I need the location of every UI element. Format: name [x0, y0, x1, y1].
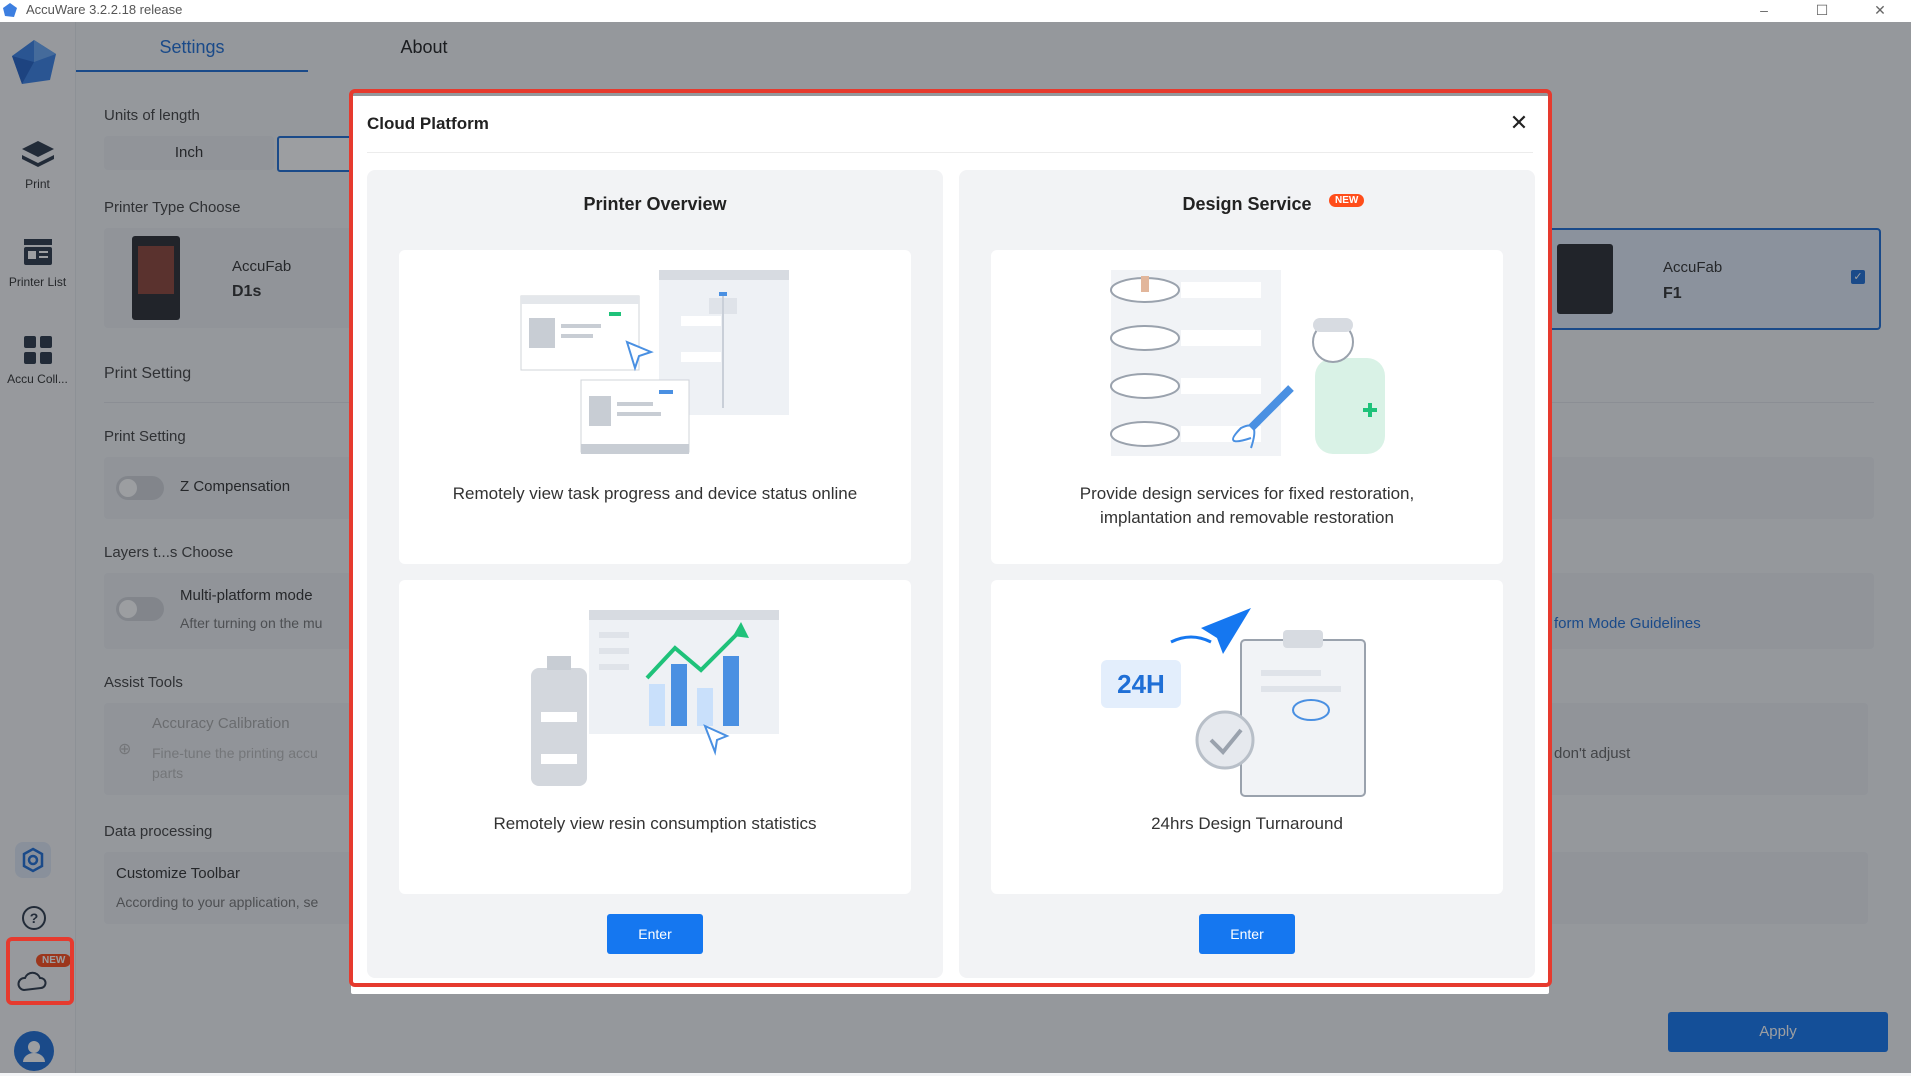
minimize-button[interactable]: –: [1744, 0, 1784, 22]
dialog-highlight: [349, 89, 1552, 987]
maximize-button[interactable]: ☐: [1802, 0, 1842, 22]
window-title: AccuWare 3.2.2.18 release: [26, 2, 183, 17]
title-bar: AccuWare 3.2.2.18 release – ☐ ✕: [0, 0, 1911, 22]
close-window-button[interactable]: ✕: [1860, 0, 1900, 22]
cloud-button-highlight: [6, 937, 74, 1005]
app-logo-icon: [3, 3, 17, 17]
